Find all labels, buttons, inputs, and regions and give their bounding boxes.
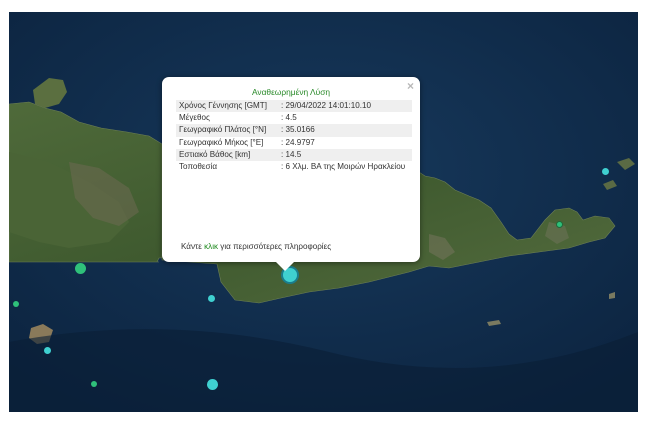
popup-title: Αναθεωρημένη Λύση [251,87,331,97]
row-label: Μέγεθος [179,113,210,123]
event-south-sea[interactable] [207,379,218,390]
footer-text-before: Κάντε [181,242,205,251]
table-row: Τοποθεσία : 6 Χλμ. ΒΑ της Μοιρών Ηρακλεί… [176,161,412,173]
earthquake-info-popup: × Αναθεωρημένη Λύση Χρόνος Γέννησης [GMT… [162,77,420,271]
row-value: : 4.5 [281,113,297,123]
row-label: Χρόνος Γέννησης [GMT] [176,100,278,113]
event-far-south-west[interactable] [91,381,97,387]
table-row: Εστιακό Βάθος [km] : 14.5 [176,148,412,162]
row-value: : 6 Χλμ. ΒΑ της Μοιρών Ηρακλείου [281,162,406,172]
event-details-table: Χρόνος Γέννησης [GMT] : 29/04/2022 14:01… [176,100,412,173]
popup-tip [275,261,295,271]
row-label: Εστιακό Βάθος [km] [176,148,278,162]
table-row: Χρόνος Γέννησης [GMT] : 29/04/2022 14:01… [176,100,412,113]
row-value: : 14.5 [278,148,412,162]
row-label: Τοποθεσία [179,162,217,172]
event-west-sea[interactable] [75,263,86,274]
row-label: Γεωγραφικό Μήκος [°E] [179,137,264,147]
row-value: : 24.9797 [281,137,315,147]
event-east-inland[interactable] [556,221,563,228]
event-south[interactable] [208,295,215,302]
footer-text-after: για περισσότερες πληροφορίες [218,242,332,251]
row-label: Γεωγραφικό Πλάτος [°N] [176,124,278,137]
event-south-west[interactable] [13,301,19,307]
table-row: Γεωγραφικό Πλάτος [°N] : 35.0166 [176,124,412,137]
row-value: : 35.0166 [278,124,412,137]
more-info-link[interactable]: κλικ [204,242,218,251]
row-value: : 29/04/2022 14:01:10.10 [278,100,412,113]
table-row: Μέγεθος : 4.5 [176,112,412,124]
popup-footer: Κάντε κλικ για περισσότερες πληροφορίες [181,242,331,251]
event-gavdos[interactable] [44,347,51,354]
table-row: Γεωγραφικό Μήκος [°E] : 24.9797 [176,137,412,149]
event-east[interactable] [602,168,609,175]
